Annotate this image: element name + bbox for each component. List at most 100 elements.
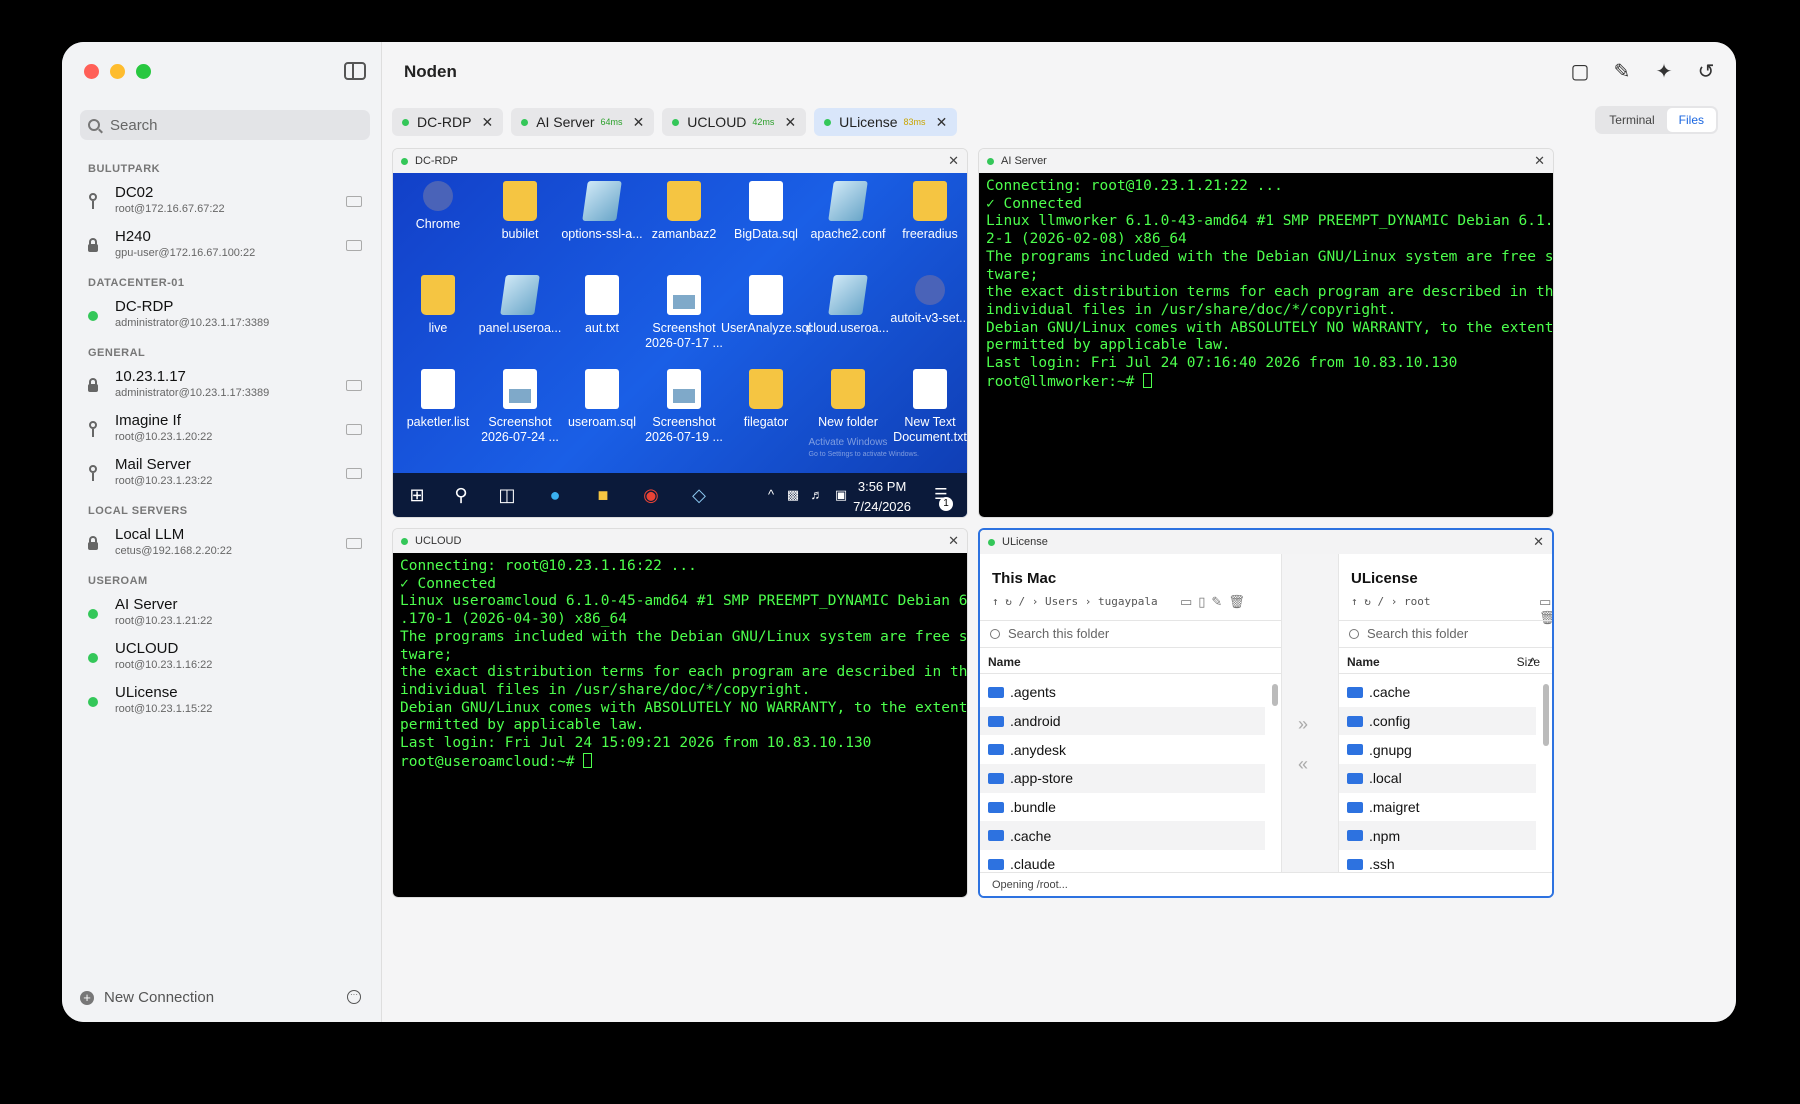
desktop-icon[interactable]: Screenshot 2026-07-24 ... xyxy=(475,369,565,445)
file-row[interactable]: .ssh xyxy=(1339,850,1536,872)
close-window-button[interactable] xyxy=(84,64,99,79)
host-item[interactable]: H240 gpu-user@172.16.67.100:22 xyxy=(62,224,382,268)
desktop-icon[interactable]: aut.txt xyxy=(557,275,647,336)
folder-actions[interactable]: ▭▯✎🗑 xyxy=(1180,594,1251,610)
desktop-icon[interactable]: apache2.conf xyxy=(803,181,893,242)
desktop-icon[interactable]: options-ssl-a... xyxy=(557,181,647,242)
host-item[interactable]: DC02 root@172.16.67.67:22 xyxy=(62,180,382,224)
session-tab[interactable]: DC-RDP ✕ xyxy=(392,108,504,136)
volume-icon[interactable]: ♬ xyxy=(807,485,827,505)
search-input[interactable]: Search xyxy=(80,110,370,140)
folder-icon[interactable] xyxy=(346,380,362,391)
magic-wand-icon[interactable]: ✦ xyxy=(1652,60,1676,84)
windows-start-icon[interactable]: ⊞ xyxy=(407,485,427,505)
close-icon[interactable]: ✕ xyxy=(481,114,493,131)
refresh-icon[interactable]: ↻ xyxy=(1364,595,1371,608)
close-icon[interactable]: ✕ xyxy=(1533,534,1544,550)
desktop-icon[interactable]: Chrome xyxy=(393,181,483,232)
refresh-icon[interactable]: ↻ xyxy=(1005,595,1012,608)
remote-search-input[interactable]: Search this folder xyxy=(1339,620,1552,648)
desktop-icon[interactable]: BigData.sql xyxy=(721,181,811,242)
desktop-icon[interactable]: UserAnalyze.sql xyxy=(721,275,811,336)
desktop-icon[interactable]: zamanbaz2 xyxy=(639,181,729,242)
file-explorer-icon[interactable]: ■ xyxy=(593,485,613,505)
local-search-input[interactable]: Search this folder xyxy=(980,620,1281,648)
up-icon[interactable]: ↑ xyxy=(992,595,999,608)
close-icon[interactable]: ✕ xyxy=(948,533,959,549)
terminal-output[interactable]: Connecting: root@10.23.1.21:22 ... ✓ Conn… xyxy=(979,173,1553,517)
desktop-icon[interactable]: autoit-v3-set... xyxy=(885,275,967,326)
edge-icon[interactable]: ● xyxy=(545,485,565,505)
desktop-icon[interactable]: bubilet xyxy=(475,181,565,242)
session-tab[interactable]: ULicense 83ms ✕ xyxy=(814,108,958,136)
taskbar-clock[interactable]: 3:56 PM 7/24/2026 xyxy=(853,477,911,517)
close-icon[interactable]: ✕ xyxy=(1534,153,1545,169)
host-item[interactable]: ULicense root@10.23.1.15:22 xyxy=(62,680,382,724)
file-row[interactable]: .gnupg xyxy=(1339,735,1536,764)
desktop-icon[interactable]: freeradius xyxy=(885,181,967,242)
host-item[interactable]: AI Server root@10.23.1.21:22 xyxy=(62,592,382,636)
folder-icon[interactable] xyxy=(346,424,362,435)
file-row[interactable]: .maigret xyxy=(1339,793,1536,822)
folder-icon[interactable] xyxy=(346,196,362,207)
pin-icon[interactable]: ✎ xyxy=(1610,60,1634,84)
file-row[interactable]: .anydesk xyxy=(980,735,1265,764)
file-row[interactable]: .cache xyxy=(1339,678,1536,707)
name-column-header[interactable]: Name ^ Size xyxy=(1339,650,1552,674)
download-arrow-icon[interactable]: « xyxy=(1298,754,1308,775)
scrollbar[interactable] xyxy=(1543,684,1549,746)
host-item[interactable]: UCLOUD root@10.23.1.16:22 xyxy=(62,636,382,680)
security-icon[interactable]: ▣ xyxy=(831,485,851,505)
desktop-icon[interactable]: Screenshot 2026-07-19 ... xyxy=(639,369,729,445)
close-icon[interactable]: ✕ xyxy=(784,114,796,131)
folder-icon[interactable] xyxy=(346,468,362,479)
host-item[interactable]: Imagine If root@10.23.1.20:22 xyxy=(62,408,382,452)
file-row[interactable]: .app-store xyxy=(980,764,1265,793)
desktop-icon[interactable]: New Text Document.txt xyxy=(885,369,967,445)
file-row[interactable]: .cache xyxy=(980,821,1265,851)
remote-desktop[interactable]: New Text Document.txt New folder filegator… xyxy=(393,173,967,517)
file-row[interactable]: .agents xyxy=(980,678,1265,707)
zoom-window-button[interactable] xyxy=(136,64,151,79)
new-connection-button[interactable]: + New Connection xyxy=(80,989,214,1006)
host-item[interactable]: Mail Server root@10.23.1.23:22 xyxy=(62,452,382,496)
session-tab[interactable]: UCLOUD 42ms ✕ xyxy=(662,108,807,136)
size-column-header[interactable]: Size xyxy=(1517,650,1540,674)
folder-icon[interactable] xyxy=(346,240,362,251)
chrome-icon[interactable]: ◉ xyxy=(641,485,661,505)
desktop-icon[interactable]: useroam.sql xyxy=(557,369,647,430)
files-view-button[interactable]: Files xyxy=(1666,108,1716,132)
terminal-view-button[interactable]: Terminal xyxy=(1597,108,1666,132)
host-item[interactable]: 10.23.1.17 administrator@10.23.1.17:3389 xyxy=(62,364,382,408)
close-icon[interactable]: ✕ xyxy=(633,114,645,131)
session-tab[interactable]: AI Server 64ms ✕ xyxy=(511,108,655,136)
desktop-icon[interactable]: panel.useroa... xyxy=(475,275,565,336)
task-view-icon[interactable]: ◫ xyxy=(497,485,517,505)
name-column-header[interactable]: Name xyxy=(980,650,1281,674)
minimize-window-button[interactable] xyxy=(110,64,125,79)
file-row[interactable]: .claude xyxy=(980,850,1265,872)
desktop-icon[interactable]: cloud.useroa... xyxy=(803,275,893,336)
file-row[interactable]: .bundle xyxy=(980,793,1265,822)
host-item[interactable]: DC-RDP administrator@10.23.1.17:3389 xyxy=(62,294,382,338)
file-row[interactable]: .config xyxy=(1339,706,1536,736)
tray-icons[interactable]: ^ xyxy=(761,485,781,505)
desktop-icon[interactable]: live xyxy=(393,275,483,336)
close-icon[interactable]: ✕ xyxy=(936,114,948,131)
more-options-icon[interactable]: ··· xyxy=(347,990,361,1004)
host-item[interactable]: Local LLM cetus@192.168.2.20:22 xyxy=(62,522,382,566)
app-icon[interactable]: ◇ xyxy=(689,485,709,505)
search-icon[interactable]: ⚲ xyxy=(451,485,471,505)
file-row[interactable]: .npm xyxy=(1339,821,1536,851)
desktop-icon[interactable]: New folder xyxy=(803,369,893,430)
desktop-icon[interactable]: filegator xyxy=(721,369,811,430)
terminal-icon[interactable]: ▢ xyxy=(1568,60,1592,84)
upload-arrow-icon[interactable]: » xyxy=(1298,714,1308,735)
file-row[interactable]: .local xyxy=(1339,764,1536,793)
desktop-icon[interactable]: Screenshot 2026-07-17 ... xyxy=(639,275,729,351)
close-icon[interactable]: ✕ xyxy=(948,153,959,169)
history-icon[interactable]: ↺ xyxy=(1694,60,1718,84)
up-icon[interactable]: ↑ xyxy=(1351,595,1358,608)
desktop-icon[interactable]: paketler.list xyxy=(393,369,483,430)
file-row[interactable]: .android xyxy=(980,706,1265,736)
